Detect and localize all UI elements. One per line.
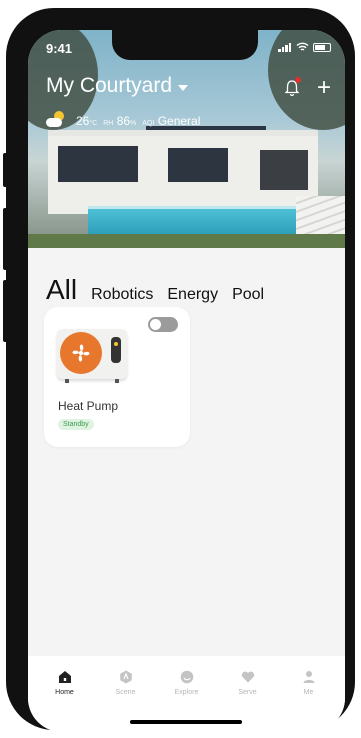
air-quality-label: AQI <box>142 120 155 127</box>
house <box>48 130 318 214</box>
status-time: 9:41 <box>46 41 73 56</box>
heat-pump-image <box>57 329 127 383</box>
partly-cloudy-icon <box>46 111 68 128</box>
power-toggle[interactable] <box>148 317 178 332</box>
nav-label: Home <box>55 689 74 696</box>
status-badge: Standby <box>58 419 94 430</box>
weather-summary: 26°C RH 86% AQI General <box>46 111 201 128</box>
humidity-unit: % <box>130 120 137 127</box>
home-indicator <box>130 720 242 724</box>
mute-switch <box>3 153 9 187</box>
humidity-label: RH <box>103 120 114 127</box>
home-selector[interactable]: My Courtyard <box>46 74 189 98</box>
tab-all[interactable]: All <box>46 274 77 306</box>
category-tabs: All Robotics Energy Pool <box>46 274 264 306</box>
wifi-icon <box>296 42 309 51</box>
nav-label: Explore <box>174 689 199 696</box>
device-card-heat-pump[interactable]: Heat Pump Standby <box>44 307 190 447</box>
user-icon <box>303 671 314 683</box>
temperature-value: 26 <box>76 114 90 128</box>
lawn <box>28 234 345 248</box>
app-screen: 9:41 My Courtyard + 26°C RH 86% AQI Gene… <box>28 30 345 732</box>
nav-me[interactable]: Me <box>281 656 337 732</box>
add-icon[interactable]: + <box>317 74 331 102</box>
nav-label: Scene <box>115 689 136 696</box>
tab-energy[interactable]: Energy <box>167 286 218 304</box>
humidity-value: 86 <box>116 114 131 128</box>
nav-label: Serve <box>238 689 257 696</box>
device-name: Heat Pump <box>58 399 119 413</box>
home-title: My Courtyard <box>46 74 173 97</box>
battery-icon <box>313 42 331 52</box>
tab-robotics[interactable]: Robotics <box>91 286 153 304</box>
notification-bell-icon[interactable] <box>284 77 301 97</box>
temperature-unit: °C <box>89 120 98 127</box>
explore-icon <box>180 670 193 684</box>
home-icon <box>58 671 71 683</box>
notification-dot <box>295 77 301 83</box>
tab-pool[interactable]: Pool <box>232 286 264 304</box>
air-quality-value: General <box>157 114 201 128</box>
cellular-signal-icon <box>278 42 292 52</box>
volume-down-button <box>3 280 9 342</box>
heart-icon <box>241 671 254 683</box>
nav-home[interactable]: Home <box>37 656 93 732</box>
volume-up-button <box>3 208 9 270</box>
scene-icon <box>119 670 132 684</box>
status-bar: 9:41 <box>28 30 345 70</box>
chevron-down-icon <box>178 84 189 91</box>
nav-label: Me <box>303 689 314 696</box>
phone-frame: 9:41 My Courtyard + 26°C RH 86% AQI Gene… <box>3 8 355 732</box>
